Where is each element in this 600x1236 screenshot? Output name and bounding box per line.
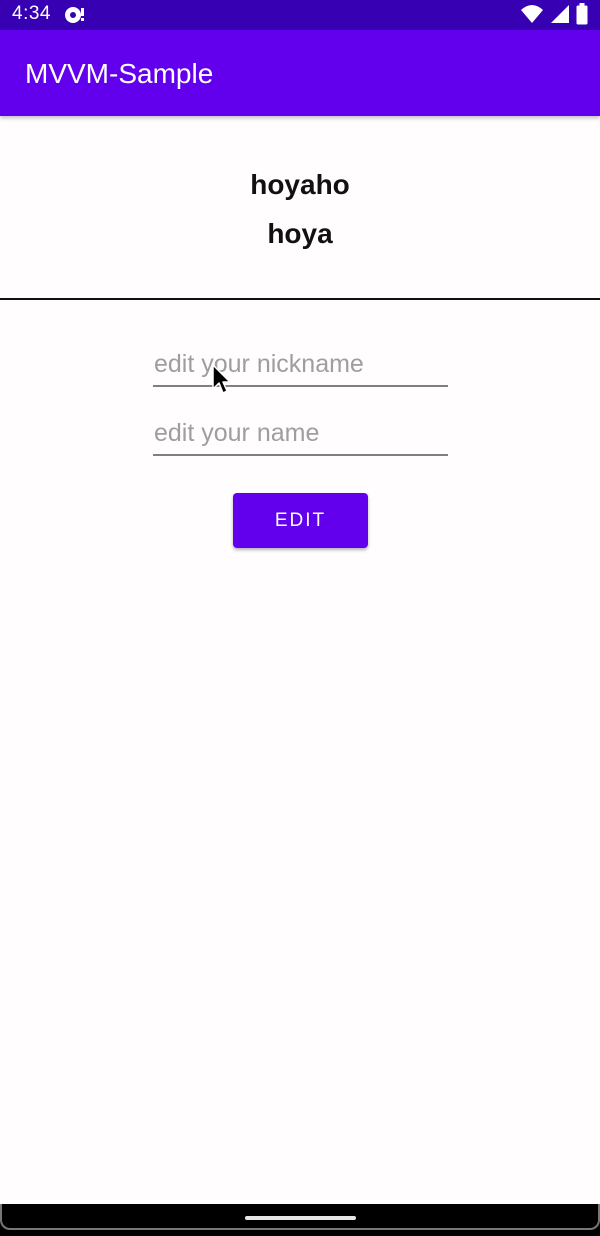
nickname-underline bbox=[153, 385, 448, 387]
nickname-text: hoyaho bbox=[250, 169, 350, 200]
wifi-icon bbox=[521, 5, 543, 23]
edit-button[interactable]: EDIT bbox=[233, 493, 368, 548]
nickname-input[interactable] bbox=[153, 341, 448, 387]
mouse-cursor-icon bbox=[212, 364, 231, 394]
app-bar: MVVM-Sample bbox=[0, 30, 600, 116]
name-input[interactable] bbox=[153, 410, 448, 456]
status-time: 4:34 bbox=[12, 3, 51, 24]
divider bbox=[0, 298, 600, 300]
name-underline bbox=[153, 454, 448, 456]
name-field[interactable] bbox=[153, 410, 448, 456]
nickname-field[interactable] bbox=[153, 341, 448, 387]
status-icons bbox=[520, 3, 588, 25]
status-bar: 4:34 bbox=[0, 0, 600, 30]
navigation-bar bbox=[0, 1204, 600, 1236]
home-handle[interactable] bbox=[245, 1216, 356, 1220]
cell-signal-icon bbox=[551, 5, 569, 23]
app-title: MVVM-Sample bbox=[25, 58, 214, 89]
battery-icon bbox=[576, 3, 588, 25]
name-text: hoya bbox=[267, 218, 333, 249]
cast-icon bbox=[65, 7, 84, 23]
